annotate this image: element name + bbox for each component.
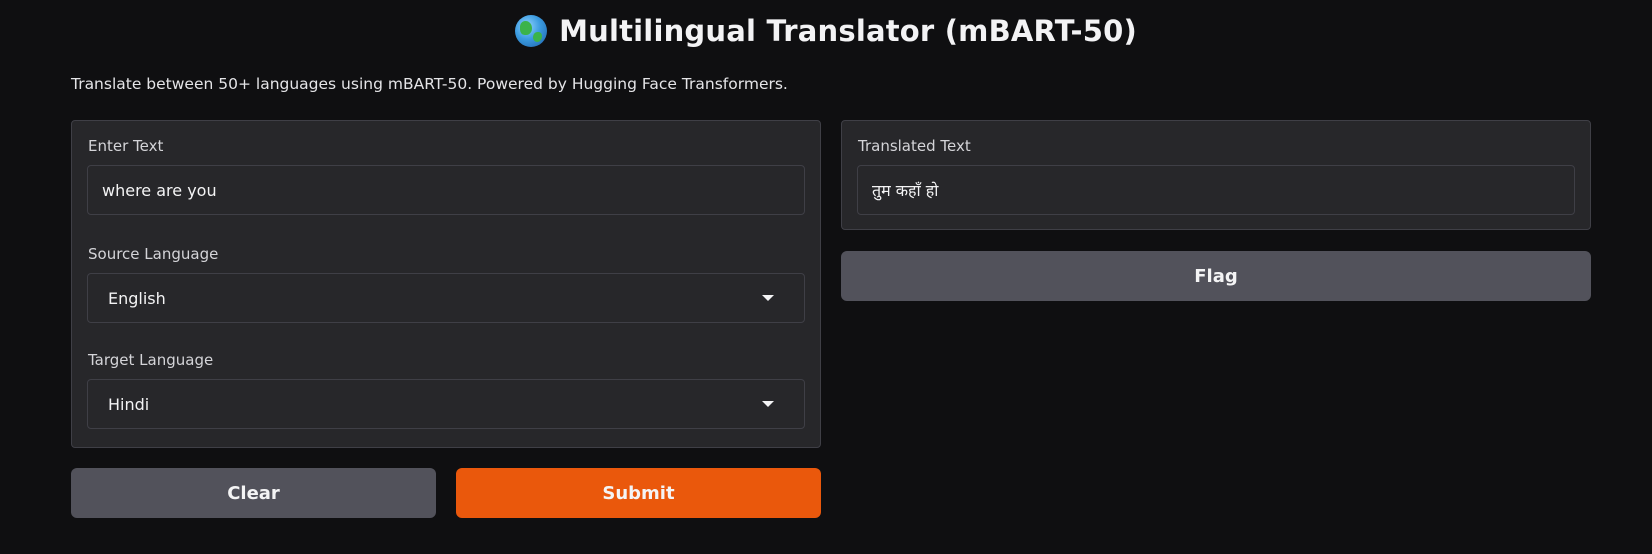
clear-button[interactable]: Clear: [71, 468, 436, 518]
enter-text-label: Enter Text: [88, 137, 164, 155]
target-language-dropdown[interactable]: Hindi: [87, 379, 805, 429]
page-description: Translate between 50+ languages using mB…: [71, 75, 788, 93]
page-header: Multilingual Translator (mBART-50): [0, 10, 1652, 52]
submit-button[interactable]: Submit: [456, 468, 821, 518]
output-panel: Translated Text तुम कहाँ हो: [841, 120, 1591, 230]
translated-text-value: तुम कहाँ हो: [872, 181, 939, 200]
translated-text-label: Translated Text: [858, 137, 971, 155]
app-root: Multilingual Translator (mBART-50) Trans…: [0, 0, 1652, 554]
flag-button[interactable]: Flag: [841, 251, 1591, 301]
enter-text-value: where are you: [102, 180, 217, 200]
chevron-down-icon: [762, 401, 774, 407]
target-language-value: Hindi: [108, 394, 150, 414]
globe-icon: [515, 15, 548, 47]
target-language-label: Target Language: [88, 351, 214, 369]
source-language-dropdown[interactable]: English: [87, 273, 805, 323]
translated-text-output[interactable]: तुम कहाँ हो: [857, 165, 1575, 215]
page-title: Multilingual Translator (mBART-50): [559, 14, 1137, 48]
source-language-label: Source Language: [88, 245, 219, 263]
source-language-value: English: [108, 288, 166, 308]
chevron-down-icon: [762, 295, 774, 301]
enter-text-input[interactable]: where are you: [87, 165, 805, 215]
input-panel: Enter Text where are you Source Language…: [71, 120, 821, 448]
